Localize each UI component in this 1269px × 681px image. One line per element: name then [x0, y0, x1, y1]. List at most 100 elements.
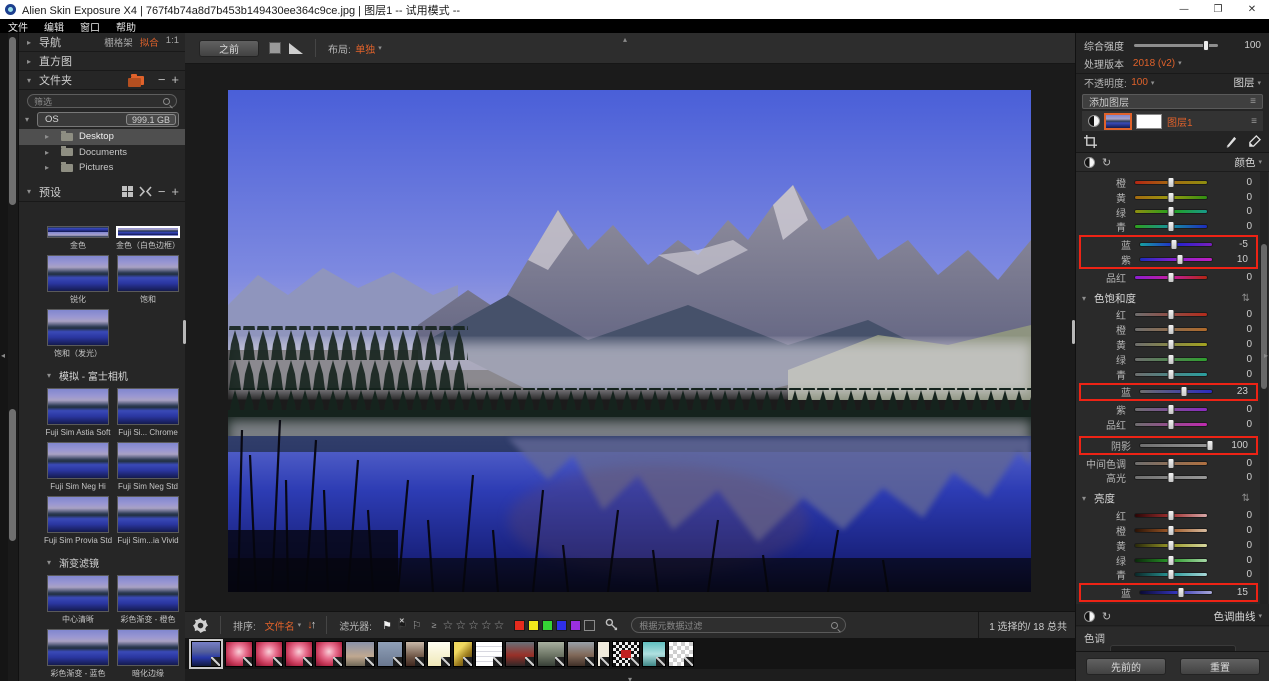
slider-thumb[interactable] [1168, 354, 1175, 365]
add-bookmark-folder-icon[interactable] [131, 76, 144, 85]
collapse-left-arrow-icon[interactable]: ◂ [1, 351, 5, 360]
thumbnail-yellow[interactable] [453, 641, 473, 667]
preset-item[interactable]: Fuji Sim Neg Hi [44, 442, 112, 491]
preset-item[interactable]: Fuji Si... Chrome [114, 388, 182, 437]
slider-thumb[interactable] [1168, 472, 1175, 483]
thumbnail-qr[interactable] [612, 641, 640, 667]
thumbnail-people[interactable] [567, 641, 595, 667]
preset-thumbnail[interactable] [117, 255, 179, 292]
color-chip-2[interactable] [542, 620, 553, 631]
star-rating-filter[interactable]: ☆☆☆☆☆ [443, 618, 505, 632]
preset-thumbnail[interactable] [47, 575, 109, 612]
preset-item[interactable]: Fuji Sim...ia Vivid [114, 496, 182, 545]
layer-name[interactable]: 图层1 [1167, 114, 1193, 129]
preset-item[interactable]: 彩色渐变 - 蓝色 [44, 629, 112, 678]
panel-reset-icon[interactable]: ↻ [1102, 156, 1111, 169]
filmstrip-item-11[interactable] [505, 641, 535, 667]
slider-thumb[interactable] [1168, 272, 1175, 283]
adjustments-scroll-thumb[interactable] [1261, 244, 1267, 389]
star-icon[interactable]: ☆ [468, 618, 479, 632]
preset-group-header[interactable]: ▾模拟 - 富士相机 [47, 368, 186, 383]
slider-thumb[interactable] [1168, 510, 1175, 521]
filmstrip-item-14[interactable] [597, 641, 610, 667]
histogram-panel-header[interactable]: ▸ 直方图 [19, 52, 185, 71]
flag-pick-icon[interactable]: ⚑ [382, 619, 392, 632]
thumbnail-truck[interactable] [505, 641, 535, 667]
slider-track[interactable] [1134, 342, 1208, 347]
preset-item[interactable]: Fuji Sim Astia Soft [44, 388, 112, 437]
thumbnail-cream[interactable] [597, 641, 610, 667]
panel-reset-icon[interactable]: ↻ [1102, 610, 1111, 623]
thumbnail-cake[interactable] [255, 641, 283, 667]
left-scrollbar[interactable] [8, 33, 18, 681]
collapse-all-icon[interactable] [139, 186, 152, 197]
slider-track[interactable] [1134, 372, 1208, 377]
view-mode-grid[interactable]: 棚格架 [104, 35, 133, 49]
reset-button[interactable]: 重置 [1180, 658, 1260, 675]
slider-thumb[interactable] [1168, 221, 1175, 232]
star-icon[interactable]: ☆ [455, 618, 466, 632]
folder-item-pictures[interactable]: ▸Pictures [19, 160, 185, 176]
flag-unflagged-icon[interactable]: ⚐ [412, 619, 422, 632]
filmstrip-item-16[interactable] [642, 641, 666, 667]
filmstrip-item-12[interactable] [537, 641, 565, 667]
background-color-swatch[interactable] [269, 42, 281, 54]
slider-track[interactable] [1134, 558, 1208, 563]
preset-thumbnail[interactable] [47, 226, 109, 238]
view-mode-fit[interactable]: 拟合 [140, 35, 159, 49]
adjustments-scrollbar[interactable] [1260, 172, 1268, 604]
filmstrip-item-15[interactable] [612, 641, 640, 667]
expand-collapse-icon[interactable]: ⇅ [1242, 493, 1250, 504]
color-label-filter[interactable] [514, 620, 595, 631]
slider-track[interactable] [1134, 475, 1208, 480]
luminance-section-header[interactable]: ▾ 亮度 ⇅ [1076, 489, 1258, 508]
preset-item[interactable]: 锐化 [44, 255, 112, 304]
slider-thumb[interactable] [1171, 239, 1178, 250]
folder-item-documents[interactable]: ▸Documents [19, 145, 185, 161]
thumbnail-sky[interactable] [345, 641, 375, 667]
filmstrip-item-2[interactable] [255, 641, 283, 667]
color-chip-3[interactable] [556, 620, 567, 631]
preset-thumbnail[interactable] [47, 496, 109, 533]
preset-group-header[interactable]: ▾渐变滤镜 [47, 555, 186, 570]
thumbnail-street[interactable] [537, 641, 565, 667]
panel-preview-toggle-icon[interactable] [1084, 157, 1095, 168]
menu-icon[interactable]: ≡ [1251, 116, 1257, 127]
slider-thumb[interactable] [1168, 525, 1175, 536]
layer-mask-thumbnail[interactable] [1136, 114, 1162, 129]
before-button[interactable]: 之前 [199, 40, 259, 57]
close-button[interactable]: ✕ [1235, 0, 1269, 19]
collapse-bottom-arrow-icon[interactable]: ▾ [628, 675, 632, 681]
thumbnail-portrait[interactable] [405, 641, 425, 667]
slider-thumb[interactable] [1168, 206, 1175, 217]
slider-track[interactable] [1139, 590, 1213, 595]
slider-track[interactable] [1134, 422, 1208, 427]
slider-track[interactable] [1134, 461, 1208, 466]
slider-track[interactable] [1139, 389, 1213, 394]
intensity-slider-thumb[interactable] [1203, 40, 1209, 51]
slider-track[interactable] [1134, 407, 1208, 412]
crop-tool-icon[interactable] [1084, 135, 1097, 148]
color-chip-1[interactable] [528, 620, 539, 631]
left-panel-drag-handle[interactable] [183, 320, 186, 344]
slider-thumb[interactable] [1168, 339, 1175, 350]
minimize-button[interactable]: — [1167, 0, 1201, 19]
drive-row[interactable]: ▾ OS 999.1 GB [25, 112, 179, 127]
slider-track[interactable] [1134, 312, 1208, 317]
preset-item[interactable]: 金色（白色边框） [114, 226, 182, 250]
sort-direction-icon[interactable]: ↓↑ [307, 619, 314, 631]
slider-track[interactable] [1134, 224, 1208, 229]
preset-item[interactable]: 饱和 [114, 255, 182, 304]
thumbnail-ui[interactable] [475, 641, 503, 667]
preset-item[interactable]: 饱和（发光） [44, 309, 112, 358]
slider-track[interactable] [1134, 209, 1208, 214]
flag-reject-icon[interactable]: ⚑✕ [397, 619, 407, 632]
color-chip-none[interactable] [584, 620, 595, 631]
slider-thumb[interactable] [1168, 324, 1175, 335]
preset-thumbnail[interactable] [117, 442, 179, 479]
preset-item[interactable]: Fuji Sim Provia Std [44, 496, 112, 545]
keyword-key-icon[interactable] [605, 618, 619, 632]
pen-tool-icon[interactable] [1225, 135, 1238, 148]
remove-preset-button[interactable]: − [158, 187, 166, 197]
filmstrip-item-3[interactable] [285, 641, 313, 667]
